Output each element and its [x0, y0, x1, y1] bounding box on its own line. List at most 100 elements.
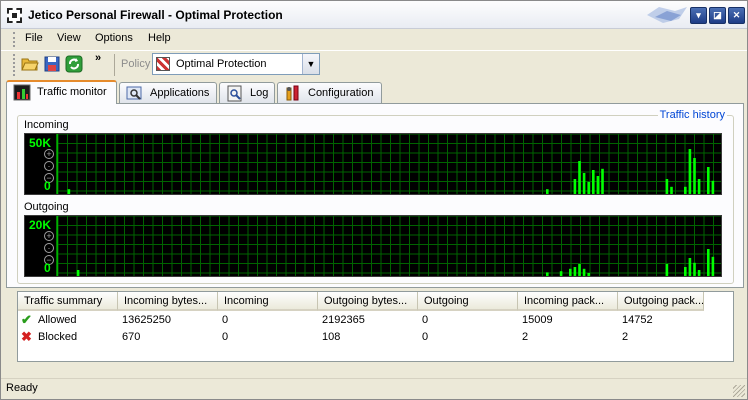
outgoing-scale-max: 20K — [29, 218, 52, 232]
incoming-traffic-bar — [578, 161, 581, 194]
close-button[interactable]: ✕ — [728, 7, 745, 24]
incoming-traffic-bar — [697, 179, 701, 194]
status-bar: Ready — [1, 378, 747, 399]
incoming-traffic-bar — [596, 176, 600, 194]
column-header-incoming-bytes[interactable]: Incoming bytes... — [118, 292, 218, 311]
jetico-brand-icon — [647, 7, 687, 23]
column-header-outgoing-bytes[interactable]: Outgoing bytes... — [318, 292, 418, 311]
zoom-in-icon[interactable]: + — [44, 149, 54, 159]
configuration-icon — [286, 85, 299, 101]
table-cell: 0 — [422, 331, 429, 343]
tab-applications[interactable]: Applications — [119, 82, 217, 104]
outgoing-traffic-bar — [711, 256, 715, 276]
policy-label: Policy — [121, 58, 151, 70]
policy-dropdown[interactable]: Optimal Protection ▼ — [152, 53, 320, 75]
outgoing-traffic-bar — [582, 268, 586, 276]
incoming-traffic-bar — [707, 167, 710, 194]
incoming-traffic-bar — [67, 189, 71, 194]
incoming-graph-canvas — [56, 134, 721, 194]
zoom-reset-icon[interactable]: · — [44, 161, 54, 171]
tab-configuration[interactable]: Configuration — [277, 82, 382, 104]
outgoing-graph-label: Outgoing — [24, 201, 69, 213]
outgoing-traffic-bar — [587, 273, 590, 276]
table-cell: 108 — [322, 331, 341, 343]
table-cell: 2 — [622, 331, 629, 343]
column-header-incoming-packets[interactable]: Incoming pack... — [518, 292, 618, 311]
outgoing-traffic-bar — [697, 270, 701, 276]
applications-icon — [126, 86, 142, 100]
outgoing-traffic-bar — [688, 258, 692, 276]
outgoing-traffic-bar — [569, 268, 572, 276]
tab-label: Log — [250, 87, 269, 99]
table-cell: Blocked — [38, 331, 78, 343]
menu-grip[interactable] — [13, 32, 15, 47]
chevron-down-icon[interactable]: ▼ — [302, 54, 319, 74]
traffic-summary-table: Traffic summary Incoming bytes... Incomi… — [17, 291, 734, 362]
blocked-x-icon: ✖ — [21, 329, 32, 344]
incoming-traffic-bar — [592, 170, 595, 194]
outgoing-traffic-bar — [665, 264, 669, 276]
title-bar[interactable]: Jetico Personal Firewall - Optimal Prote… — [1, 1, 747, 29]
log-icon — [227, 85, 242, 102]
table-cell: 14752 — [622, 314, 653, 326]
column-header-outgoing[interactable]: Outgoing — [418, 292, 518, 311]
tab-label: Traffic monitor — [37, 86, 107, 98]
minimize-button[interactable]: ▾ — [690, 7, 707, 24]
incoming-traffic-bar — [670, 186, 673, 194]
outgoing-traffic-bar — [76, 270, 80, 276]
incoming-traffic-bar — [573, 179, 577, 194]
menu-help[interactable]: Help — [148, 32, 171, 44]
resize-grip[interactable] — [733, 385, 745, 397]
refresh-icon[interactable] — [65, 55, 83, 73]
incoming-traffic-bar — [693, 158, 696, 194]
incoming-graph: 50K + · − 0 — [24, 133, 722, 195]
zoom-in-icon[interactable]: + — [44, 231, 54, 241]
toolbar-grip[interactable] — [13, 54, 15, 76]
column-header-outgoing-packets[interactable]: Outgoing pack... — [618, 292, 704, 311]
menu-file[interactable]: File — [25, 32, 43, 44]
tab-label: Applications — [150, 87, 210, 99]
outgoing-traffic-bar — [559, 271, 563, 276]
table-cell: 2192365 — [322, 314, 365, 326]
traffic-history-title[interactable]: Traffic history — [657, 109, 727, 121]
traffic-monitor-panel: Traffic history Incoming 50K + · − 0 Out… — [6, 103, 744, 288]
incoming-traffic-bar — [601, 168, 604, 194]
table-row-allowed[interactable]: ✔ Allowed 13625250 0 2192365 0 15009 147… — [18, 312, 733, 329]
table-cell: 0 — [222, 331, 229, 343]
menu-bar: File View Options Help — [1, 29, 747, 49]
open-folder-icon[interactable] — [21, 55, 39, 73]
main-window: Jetico Personal Firewall - Optimal Prote… — [0, 0, 748, 400]
incoming-traffic-bar — [546, 189, 549, 194]
maximize-button[interactable]: ◪ — [709, 7, 726, 24]
incoming-traffic-bar — [665, 179, 669, 194]
policy-shield-icon — [156, 57, 170, 71]
table-cell: Allowed — [38, 314, 77, 326]
column-header-incoming[interactable]: Incoming — [218, 292, 318, 311]
outgoing-graph-canvas — [56, 216, 721, 276]
table-row-blocked[interactable]: ✖ Blocked 670 0 108 0 2 2 — [18, 329, 733, 346]
outgoing-scale-min: 0 — [44, 261, 51, 275]
toolbar-overflow-button[interactable]: » — [95, 52, 101, 64]
incoming-traffic-bar — [684, 186, 687, 194]
policy-value: Optimal Protection — [176, 58, 267, 70]
incoming-graph-label: Incoming — [24, 119, 69, 131]
table-cell: 13625250 — [122, 314, 171, 326]
toolbar-separator — [114, 54, 115, 76]
table-cell: 2 — [522, 331, 529, 343]
traffic-history-group: Traffic history Incoming 50K + · − 0 Out… — [17, 109, 734, 284]
menu-view[interactable]: View — [57, 32, 81, 44]
app-logo-icon[interactable] — [7, 8, 22, 23]
outgoing-traffic-bar — [684, 267, 687, 276]
save-disk-icon[interactable] — [43, 55, 61, 73]
incoming-scale-min: 0 — [44, 179, 51, 193]
status-text: Ready — [6, 382, 38, 394]
menu-options[interactable]: Options — [95, 32, 133, 44]
column-header-traffic-summary[interactable]: Traffic summary — [18, 292, 118, 311]
outgoing-graph: 20K + · − 0 — [24, 215, 722, 277]
tab-log[interactable]: Log — [219, 82, 275, 104]
tab-traffic-monitor[interactable]: Traffic monitor — [6, 80, 117, 104]
zoom-reset-icon[interactable]: · — [44, 243, 54, 253]
outgoing-traffic-bar — [546, 272, 549, 276]
incoming-traffic-bar — [587, 182, 590, 194]
outgoing-traffic-bar — [578, 264, 581, 276]
